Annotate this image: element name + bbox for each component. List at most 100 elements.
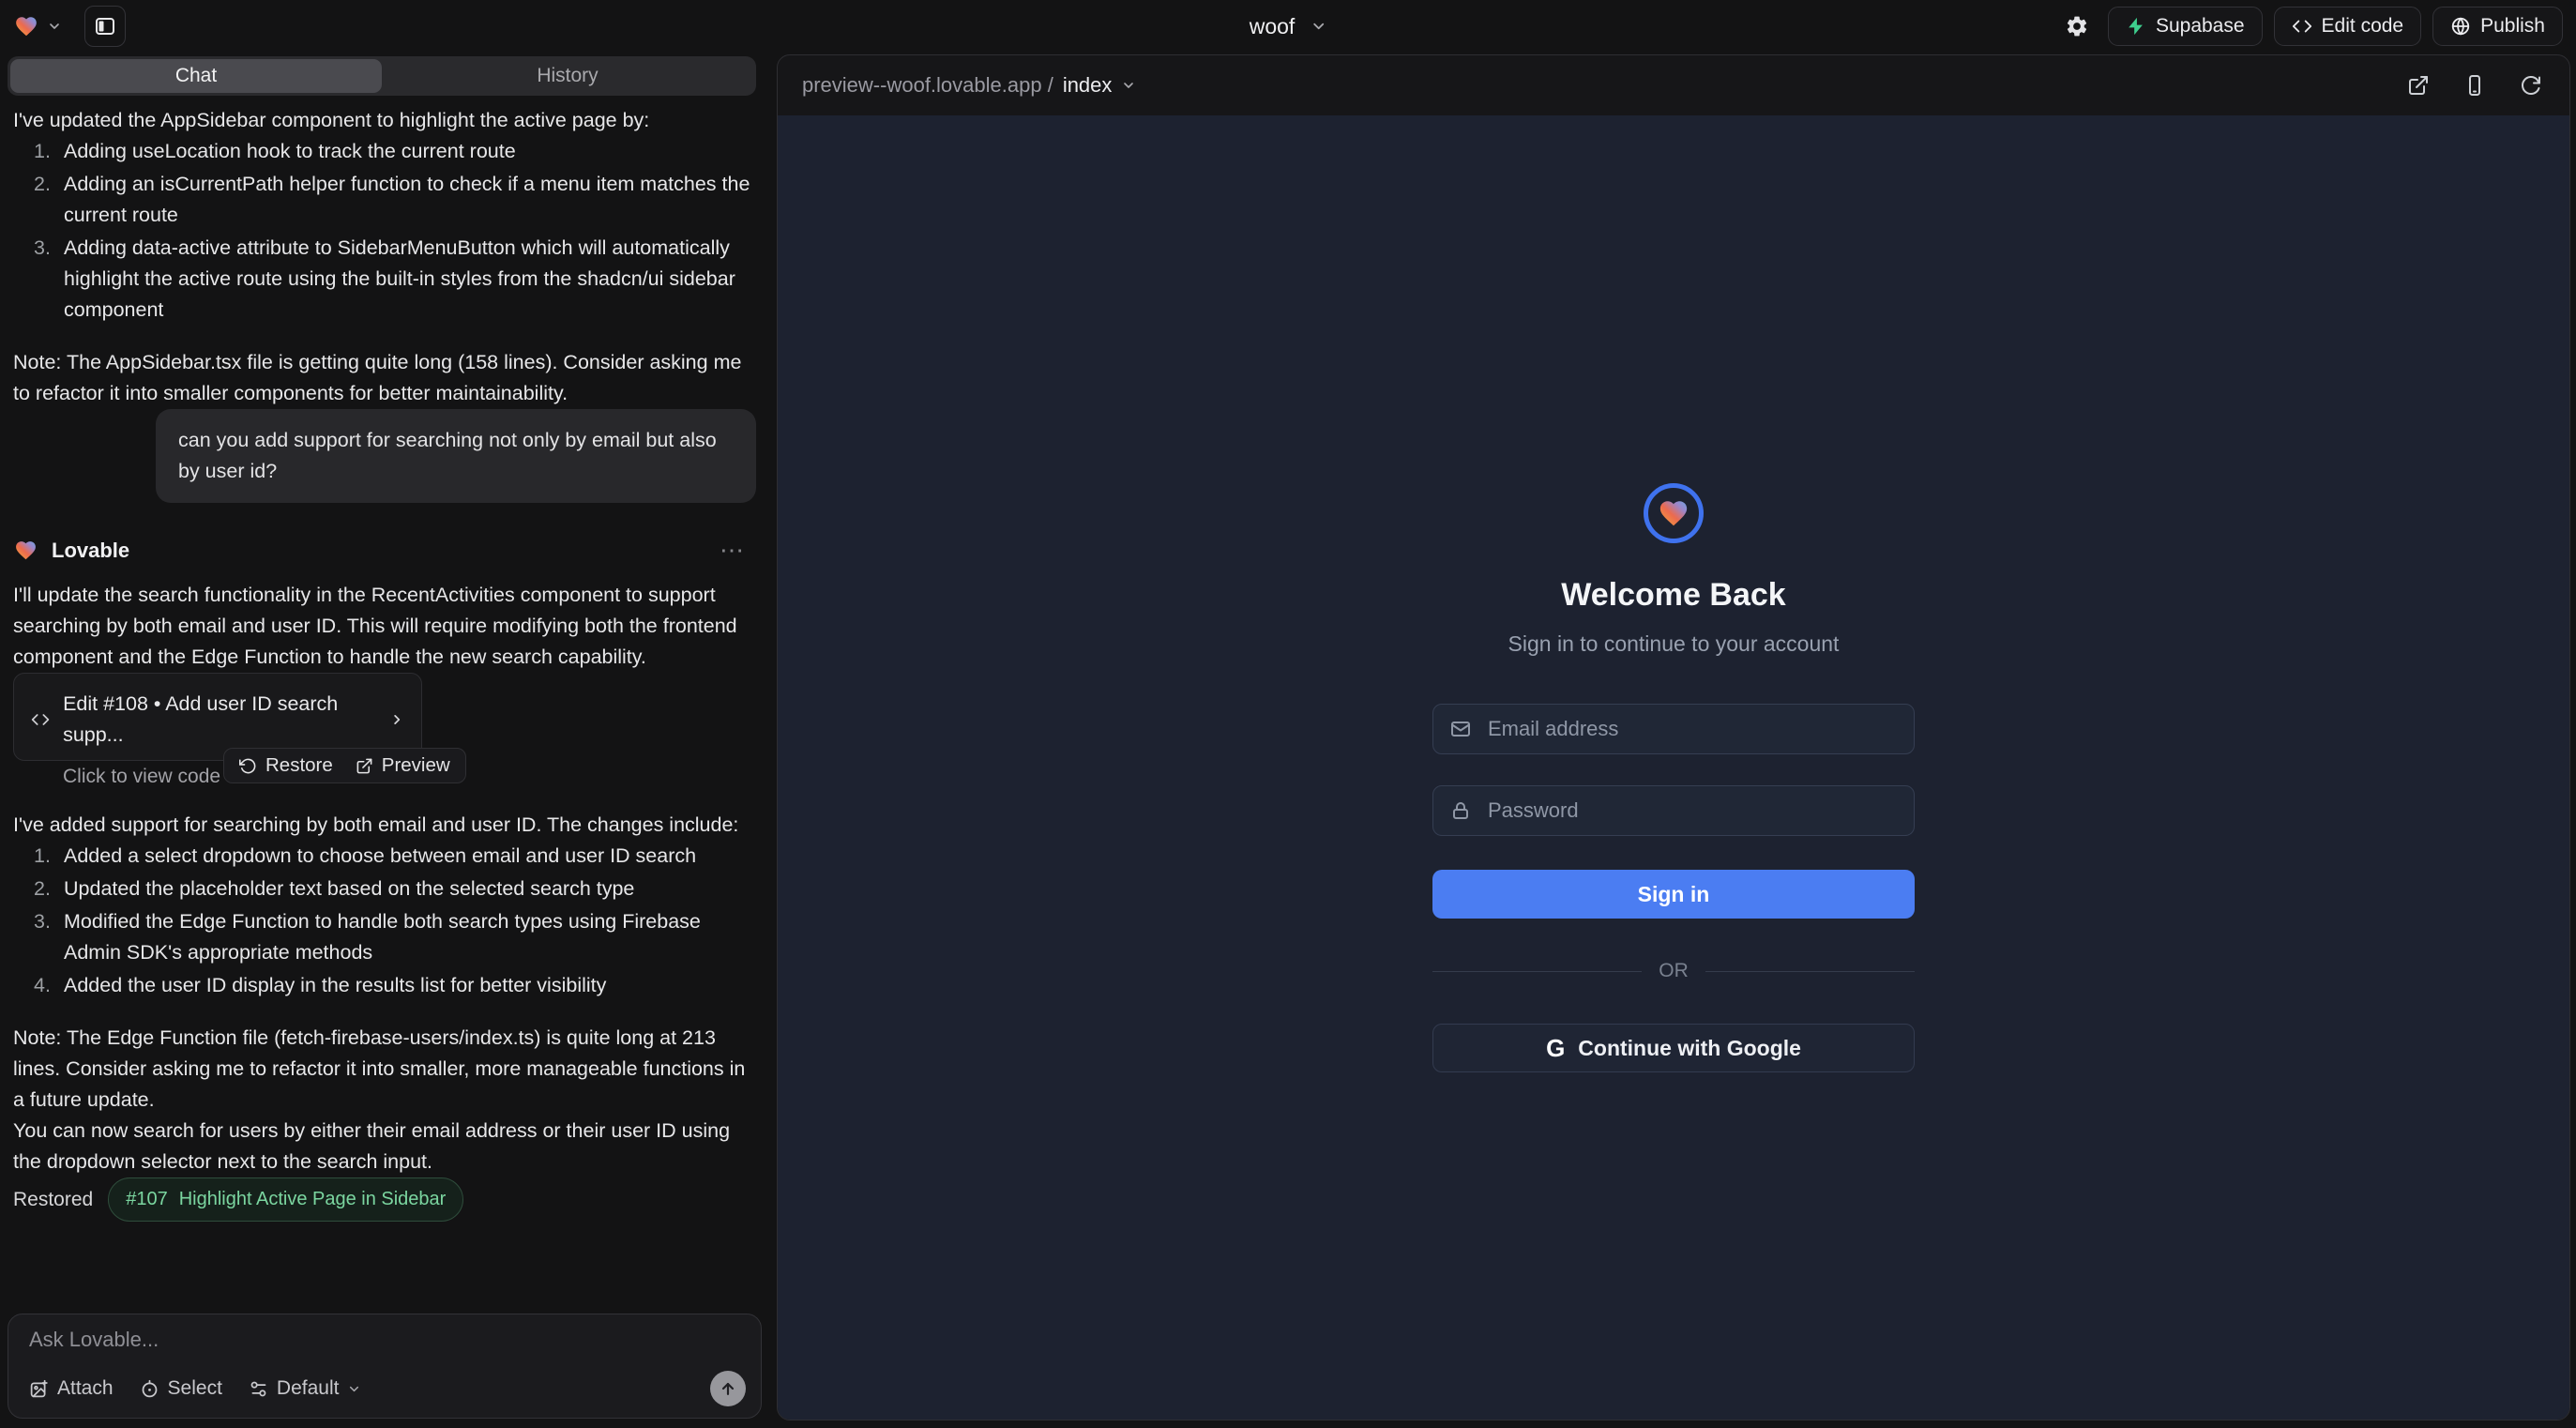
- code-icon: [31, 709, 50, 730]
- assistant-paragraph: I've added support for searching by both…: [13, 810, 756, 841]
- restore-label: Restore: [265, 754, 333, 777]
- attach-label: Attach: [57, 1377, 114, 1400]
- message-options-button[interactable]: ⋯: [720, 535, 747, 566]
- assistant-list: Adding useLocation hook to track the cur…: [13, 136, 756, 326]
- email-field-wrap: [1432, 704, 1915, 754]
- list-item: Updated the placeholder text based on th…: [64, 874, 756, 904]
- mode-selector[interactable]: Default: [249, 1377, 362, 1400]
- page-subtitle: Sign in to continue to your account: [1432, 631, 1915, 657]
- topbar-actions: Supabase Edit code Publish: [2057, 0, 2563, 53]
- tab-chat[interactable]: Chat: [10, 59, 382, 93]
- restored-label: Restored: [13, 1184, 93, 1215]
- assistant-paragraph: I've updated the AppSidebar component to…: [13, 105, 756, 136]
- list-item: Modified the Edge Function to handle bot…: [64, 906, 756, 968]
- refresh-button[interactable]: [2517, 71, 2545, 99]
- topbar-left: [13, 0, 126, 53]
- assistant-name: Lovable: [52, 535, 129, 566]
- edit-code-label: Edit code: [2322, 15, 2404, 38]
- attach-button[interactable]: Attach: [29, 1377, 114, 1400]
- supabase-button[interactable]: Supabase: [2108, 7, 2263, 46]
- external-link-icon: [356, 757, 373, 775]
- select-button[interactable]: Select: [140, 1377, 222, 1400]
- preview-label: Preview: [382, 754, 450, 777]
- chevron-down-icon: [1310, 18, 1326, 35]
- assistant-header: Lovable ⋯: [13, 535, 756, 566]
- divider-line: [1705, 971, 1915, 972]
- preview-toolbar-icons: [2404, 71, 2545, 99]
- mobile-phone-icon: [2463, 74, 2486, 97]
- restore-icon: [239, 757, 257, 775]
- divider-line: [1432, 971, 1642, 972]
- topbar: woof Supabase Edit code: [0, 0, 2576, 53]
- sidebar-panel-icon: [94, 15, 116, 38]
- list-item: Adding an isCurrentPath helper function …: [64, 169, 756, 231]
- lovable-logo-menu[interactable]: [13, 14, 62, 38]
- or-divider: OR: [1432, 960, 1915, 982]
- preview-viewport: Welcome Back Sign in to continue to your…: [778, 115, 2569, 1420]
- user-message-bubble: can you add support for searching not on…: [156, 409, 756, 503]
- supabase-label: Supabase: [2156, 15, 2245, 38]
- preview-url-host: preview--woof.lovable.app /: [802, 73, 1053, 98]
- code-icon: [2292, 16, 2312, 37]
- edit-card-container: Edit #108 • Add user ID search supp... C…: [13, 673, 756, 783]
- composer-toolbar: Attach Select Default: [29, 1369, 746, 1408]
- list-item: Added the user ID display in the results…: [64, 970, 756, 1001]
- select-target-icon: [140, 1379, 159, 1399]
- google-icon: G: [1546, 1034, 1565, 1063]
- assistant-paragraph: I'll update the search functionality in …: [13, 580, 756, 673]
- edit-actions-bar: Restore Preview: [223, 748, 466, 783]
- project-title-menu[interactable]: woof: [1250, 0, 1327, 53]
- restore-button[interactable]: Restore: [239, 754, 333, 777]
- chat-panel: Chat History I've updated the AppSidebar…: [0, 53, 769, 1428]
- project-name: woof: [1250, 14, 1296, 39]
- assistant-list: Added a select dropdown to choose betwee…: [13, 841, 756, 1001]
- mobile-view-button[interactable]: [2461, 71, 2489, 99]
- list-item: Added a select dropdown to choose betwee…: [64, 841, 756, 872]
- select-label: Select: [168, 1377, 222, 1400]
- page-title: Welcome Back: [1432, 577, 1915, 614]
- sidebar-toggle-button[interactable]: [84, 6, 126, 47]
- signin-button[interactable]: Sign in: [1432, 870, 1915, 919]
- tab-history[interactable]: History: [382, 59, 753, 93]
- attach-image-icon: [29, 1379, 49, 1399]
- restored-version-title: Highlight Active Page in Sidebar: [179, 1184, 447, 1215]
- preview-url-page: index: [1063, 73, 1113, 98]
- publish-button[interactable]: Publish: [2432, 7, 2563, 46]
- settings-button[interactable]: [2057, 7, 2097, 46]
- send-button[interactable]: [710, 1371, 746, 1406]
- google-signin-button[interactable]: G Continue with Google: [1432, 1024, 1915, 1072]
- preview-button[interactable]: Preview: [356, 754, 450, 777]
- chevron-down-icon: [347, 1382, 361, 1396]
- divider-label: OR: [1659, 960, 1689, 982]
- email-field[interactable]: [1432, 704, 1915, 754]
- password-field-wrap: [1432, 785, 1915, 836]
- sliders-icon: [249, 1379, 268, 1399]
- edit-code-button[interactable]: Edit code: [2274, 7, 2422, 46]
- heart-icon: [1657, 497, 1690, 529]
- external-link-icon: [2407, 74, 2430, 97]
- lovable-app-window: woof Supabase Edit code: [0, 0, 2576, 1428]
- composer: Attach Select Default: [8, 1314, 762, 1419]
- refresh-icon: [2520, 74, 2542, 97]
- assistant-note: Note: The Edge Function file (fetch-fire…: [13, 1023, 756, 1116]
- signin-card: Welcome Back Sign in to continue to your…: [1432, 483, 1915, 1072]
- restored-version-id: #107: [126, 1184, 168, 1215]
- edit-card-title: Edit #108 • Add user ID search supp...: [63, 689, 374, 751]
- google-signin-label: Continue with Google: [1578, 1036, 1801, 1061]
- publish-label: Publish: [2480, 15, 2545, 38]
- chat-input[interactable]: [29, 1328, 740, 1369]
- mode-label: Default: [277, 1377, 340, 1400]
- open-in-new-tab-button[interactable]: [2404, 71, 2432, 99]
- list-item: Adding useLocation hook to track the cur…: [64, 136, 756, 167]
- mail-icon: [1449, 718, 1472, 740]
- preview-url-selector[interactable]: preview--woof.lovable.app / index: [802, 73, 1136, 98]
- globe-icon: [2450, 16, 2471, 37]
- preview-urlbar: preview--woof.lovable.app / index: [778, 55, 2569, 115]
- lovable-heart-icon: [13, 539, 38, 562]
- assistant-note: Note: The AppSidebar.tsx file is getting…: [13, 347, 756, 409]
- lovable-heart-icon: [13, 14, 39, 38]
- restored-version-badge[interactable]: #107 Highlight Active Page in Sidebar: [108, 1177, 463, 1222]
- arrow-up-icon: [719, 1379, 737, 1398]
- app-logo: [1644, 483, 1704, 543]
- password-field[interactable]: [1432, 785, 1915, 836]
